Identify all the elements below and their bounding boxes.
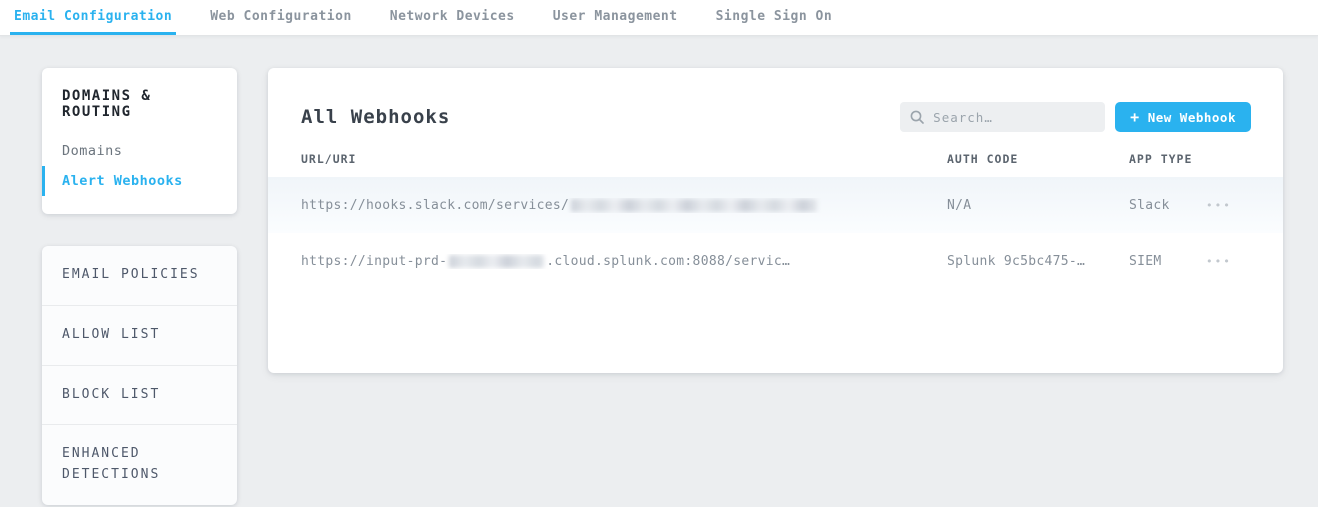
webhook-url-cell: https://input-prd- .cloud.splunk.com:808… bbox=[301, 254, 947, 269]
plus-icon: + bbox=[1130, 108, 1140, 126]
auth-code-cell: Splunk 9c5bc475-… bbox=[947, 254, 1129, 269]
tab-single-sign-on[interactable]: Single Sign On bbox=[712, 0, 837, 35]
tab-network-devices[interactable]: Network Devices bbox=[386, 0, 519, 35]
webhook-url-suffix: .cloud.splunk.com:8088/servic… bbox=[546, 254, 790, 269]
sidebar-item-email-policies[interactable]: EMAIL POLICIES bbox=[42, 246, 237, 306]
webhook-url-cell: https://hooks.slack.com/services/ bbox=[301, 198, 947, 213]
sidebar-item-alert-webhooks[interactable]: Alert Webhooks bbox=[42, 166, 237, 196]
auth-code-cell: N/A bbox=[947, 198, 1129, 213]
sidebar-item-domains[interactable]: Domains bbox=[42, 136, 237, 166]
sidebar-item-allow-list[interactable]: ALLOW LIST bbox=[42, 306, 237, 366]
domains-routing-title: DOMAINS & ROUTING bbox=[42, 88, 237, 120]
search-input[interactable] bbox=[933, 110, 1095, 125]
redacted-url-segment bbox=[449, 255, 544, 268]
column-header-app-type: APP TYPE bbox=[1129, 152, 1206, 166]
redacted-url-segment bbox=[571, 199, 817, 212]
sidebar-item-enhanced-detections[interactable]: ENHANCED DETECTIONS bbox=[42, 425, 237, 505]
app-type-cell: SIEM bbox=[1129, 254, 1206, 269]
sidebar: DOMAINS & ROUTING Domains Alert Webhooks… bbox=[42, 68, 237, 505]
tab-user-management[interactable]: User Management bbox=[549, 0, 682, 35]
policy-sections-card: EMAIL POLICIES ALLOW LIST BLOCK LIST ENH… bbox=[42, 246, 237, 505]
search-icon bbox=[910, 110, 924, 124]
webhook-url-prefix: https://input-prd- bbox=[301, 254, 447, 269]
domains-routing-card: DOMAINS & ROUTING Domains Alert Webhooks bbox=[42, 68, 237, 214]
tab-web-configuration[interactable]: Web Configuration bbox=[206, 0, 356, 35]
webhook-url-prefix: https://hooks.slack.com/services/ bbox=[301, 198, 569, 213]
sidebar-item-block-list[interactable]: BLOCK LIST bbox=[42, 366, 237, 426]
new-webhook-button[interactable]: + New Webhook bbox=[1115, 102, 1251, 132]
new-webhook-label: New Webhook bbox=[1148, 110, 1236, 125]
search-box bbox=[900, 102, 1105, 132]
panel-header: All Webhooks + New Webhook bbox=[268, 68, 1283, 133]
page-title: All Webhooks bbox=[301, 106, 450, 128]
top-navigation: Email Configuration Web Configuration Ne… bbox=[0, 0, 1318, 36]
column-header-auth-code: AUTH CODE bbox=[947, 152, 1129, 166]
table-row: https://hooks.slack.com/services/ N/A Sl… bbox=[268, 177, 1283, 233]
table-row: https://input-prd- .cloud.splunk.com:808… bbox=[268, 233, 1283, 289]
column-header-url: URL/URI bbox=[301, 152, 947, 166]
webhooks-panel: All Webhooks + New Webhook URL/URI AUTH … bbox=[268, 68, 1283, 373]
row-actions-menu-icon[interactable]: ••• bbox=[1206, 199, 1250, 212]
tab-email-configuration[interactable]: Email Configuration bbox=[10, 0, 176, 35]
table-header-row: URL/URI AUTH CODE APP TYPE bbox=[268, 141, 1283, 177]
app-type-cell: Slack bbox=[1129, 198, 1206, 213]
webhooks-table: URL/URI AUTH CODE APP TYPE https://hooks… bbox=[268, 141, 1283, 289]
row-actions-menu-icon[interactable]: ••• bbox=[1206, 255, 1250, 268]
